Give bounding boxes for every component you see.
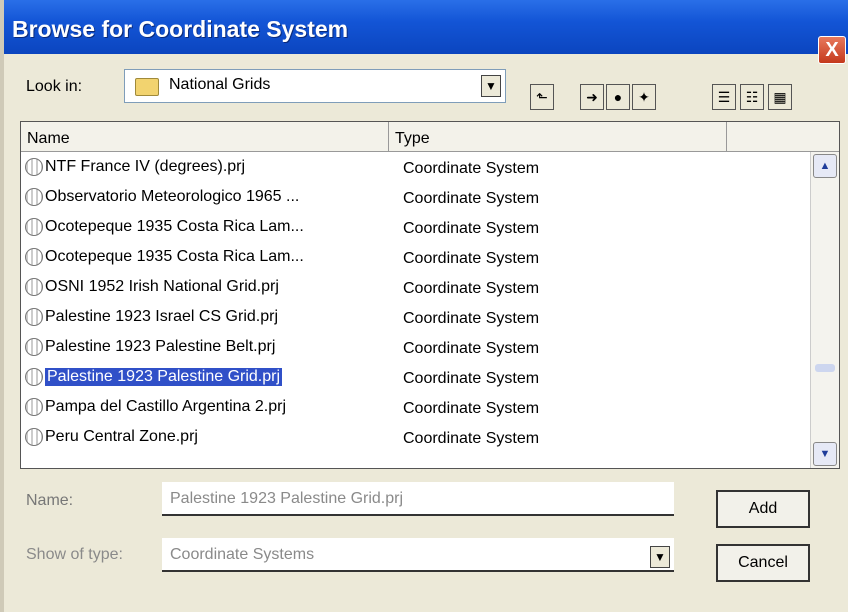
folder-up-icon[interactable]: ⬑ xyxy=(530,84,554,110)
show-of-type-dropdown-button[interactable]: ▼ xyxy=(650,546,670,568)
connect-icon[interactable]: ➜ xyxy=(580,84,604,110)
list-item[interactable]: NTF France IV (degrees).prj Coordinate S… xyxy=(21,152,811,182)
scroll-up-icon[interactable]: ▲ xyxy=(813,154,837,178)
globe-icon xyxy=(25,338,43,356)
list-item-name: OSNI 1952 Irish National Grid.prj xyxy=(45,278,279,295)
globe-icon xyxy=(25,398,43,416)
list-item[interactable]: Peru Central Zone.prj Coordinate System xyxy=(21,422,811,452)
list-item[interactable]: Pampa del Castillo Argentina 2.prj Coord… xyxy=(21,392,811,422)
list-view-icon[interactable]: ☰ xyxy=(712,84,736,110)
show-of-type-combo[interactable]: Coordinate Systems ▼ xyxy=(162,538,674,572)
list-item-name: Ocotepeque 1935 Costa Rica Lam... xyxy=(45,218,304,235)
file-list[interactable]: Name Type NTF France IV (degrees).prj Co… xyxy=(20,121,840,469)
list-item-type: Coordinate System xyxy=(403,220,540,237)
look-in-label: Look in: xyxy=(26,78,83,95)
name-label: Name: xyxy=(26,492,74,509)
list-item[interactable]: Observatorio Meteorologico 1965 ... Coor… xyxy=(21,182,811,212)
list-item-type: Coordinate System xyxy=(403,310,540,327)
list-item-type: Coordinate System xyxy=(403,250,540,267)
name-field[interactable]: Palestine 1923 Palestine Grid.prj xyxy=(162,482,674,516)
list-item-type: Coordinate System xyxy=(403,160,540,177)
list-item-name: Ocotepeque 1935 Costa Rica Lam... xyxy=(45,248,304,265)
list-item[interactable]: OSNI 1952 Irish National Grid.prj Coordi… xyxy=(21,272,811,302)
globe-icon xyxy=(25,428,43,446)
list-item-name: Observatorio Meteorologico 1965 ... xyxy=(45,188,300,205)
disconnect-icon[interactable]: ● xyxy=(606,84,630,110)
globe-icon xyxy=(25,248,43,266)
list-item-type: Coordinate System xyxy=(403,280,540,297)
list-item-name: Pampa del Castillo Argentina 2.prj xyxy=(45,398,287,415)
globe-icon xyxy=(25,308,43,326)
show-of-type-value: Coordinate Systems xyxy=(170,546,315,563)
list-item[interactable]: Palestine 1923 Palestine Belt.prj Coordi… xyxy=(21,332,811,362)
show-of-type-label: Show of type: xyxy=(26,546,123,563)
close-button[interactable]: X xyxy=(818,36,846,64)
add-button[interactable]: Add xyxy=(716,490,810,528)
look-in-dropdown-button[interactable]: ▼ xyxy=(481,75,501,97)
scroll-thumb[interactable] xyxy=(815,364,835,372)
list-item-type: Coordinate System xyxy=(403,370,540,387)
list-item-name: Palestine 1923 Israel CS Grid.prj xyxy=(45,308,278,325)
list-item-selected[interactable]: Palestine 1923 Palestine Grid.prj Coordi… xyxy=(21,362,811,392)
list-item-name: Peru Central Zone.prj xyxy=(45,428,198,445)
globe-icon xyxy=(25,218,43,236)
list-item-type: Coordinate System xyxy=(403,190,540,207)
column-header-type[interactable]: Type xyxy=(389,122,727,152)
look-in-value: National Grids xyxy=(169,76,271,93)
look-in-combo[interactable]: National Grids ▼ xyxy=(124,69,506,103)
title-bar[interactable]: Browse for Coordinate System X xyxy=(4,0,848,64)
list-item[interactable]: Ocotepeque 1935 Costa Rica Lam... Coordi… xyxy=(21,212,811,242)
list-item-type: Coordinate System xyxy=(403,430,540,447)
list-item-name: Palestine 1923 Palestine Belt.prj xyxy=(45,338,276,355)
scroll-down-icon[interactable]: ▼ xyxy=(813,442,837,466)
vertical-scrollbar[interactable]: ▲ ▼ xyxy=(810,152,839,468)
name-field-value: Palestine 1923 Palestine Grid.prj xyxy=(170,490,404,507)
cancel-button[interactable]: Cancel xyxy=(716,544,810,582)
window-title: Browse for Coordinate System xyxy=(12,16,349,42)
globe-icon xyxy=(25,368,43,386)
browse-dialog: Browse for Coordinate System X Look in: … xyxy=(4,0,848,612)
new-folder-icon[interactable]: ✦ xyxy=(632,84,656,110)
list-item-type: Coordinate System xyxy=(403,340,540,357)
list-item-name: NTF France IV (degrees).prj xyxy=(45,158,246,175)
folder-icon xyxy=(135,78,159,96)
globe-icon xyxy=(25,188,43,206)
details-view-icon[interactable]: ☷ xyxy=(740,84,764,110)
column-header-name[interactable]: Name xyxy=(21,122,389,152)
globe-icon xyxy=(25,278,43,296)
column-header-blank xyxy=(727,122,839,152)
large-icons-view-icon[interactable]: ▦ xyxy=(768,84,792,110)
list-item[interactable]: Ocotepeque 1935 Costa Rica Lam... Coordi… xyxy=(21,242,811,272)
globe-icon xyxy=(25,158,43,176)
list-item-name: Palestine 1923 Palestine Grid.prj xyxy=(45,368,283,386)
list-item-type: Coordinate System xyxy=(403,400,540,417)
list-item[interactable]: Palestine 1923 Israel CS Grid.prj Coordi… xyxy=(21,302,811,332)
